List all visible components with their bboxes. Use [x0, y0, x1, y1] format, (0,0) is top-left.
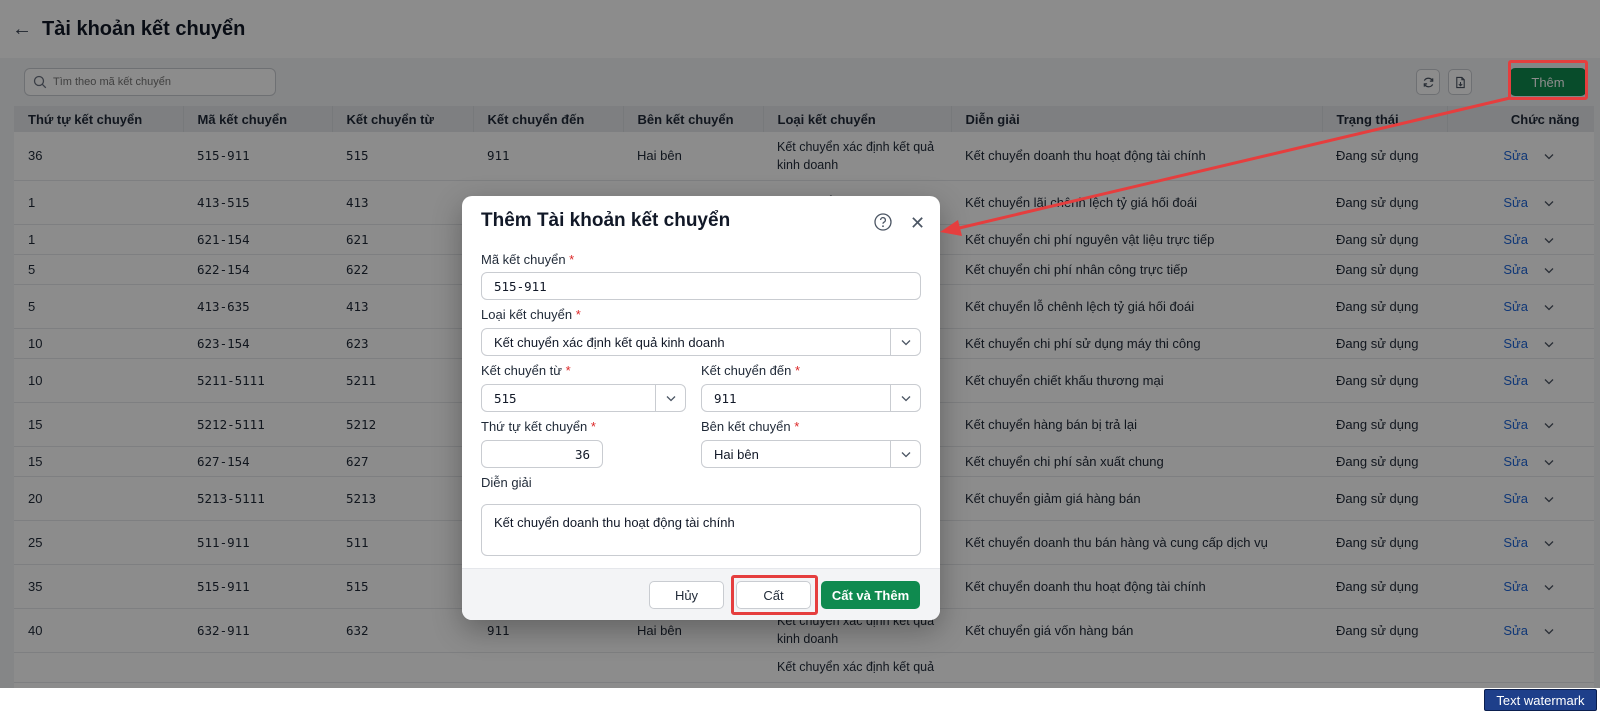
- tu-value: 515: [494, 390, 517, 406]
- tu-label-text: Kết chuyển từ: [481, 363, 562, 378]
- loai-label: Loại kết chuyển *: [481, 307, 581, 322]
- den-label: Kết chuyển đến *: [701, 363, 800, 378]
- close-icon[interactable]: ✕: [910, 214, 925, 232]
- dialog-footer: Hủy Cất Cất và Thêm: [462, 568, 940, 620]
- cancel-button[interactable]: Hủy: [649, 581, 724, 609]
- chevron-down-icon[interactable]: [890, 385, 920, 411]
- thu-tu-label-text: Thứ tự kết chuyển: [481, 419, 588, 434]
- required-mark: *: [794, 419, 800, 434]
- ma-label: Mã kết chuyển *: [481, 252, 574, 267]
- tu-label: Kết chuyển từ *: [481, 363, 571, 378]
- loai-value: Kết chuyển xác định kết quả kinh doanh: [494, 334, 725, 350]
- den-label-text: Kết chuyển đến: [701, 363, 792, 378]
- ket-chuyen-den-select[interactable]: 911: [701, 384, 921, 412]
- required-mark: *: [569, 252, 575, 267]
- text-watermark: Text watermark: [1484, 689, 1597, 711]
- ket-chuyen-tu-select[interactable]: 515: [481, 384, 686, 412]
- save-button[interactable]: Cất: [736, 581, 811, 609]
- chevron-down-icon[interactable]: [890, 329, 920, 355]
- chevron-down-icon[interactable]: [655, 385, 685, 411]
- required-mark: *: [565, 363, 571, 378]
- den-value: 911: [714, 390, 737, 406]
- chevron-down-icon[interactable]: [890, 441, 920, 467]
- thu-tu-label: Thứ tự kết chuyển *: [481, 419, 596, 434]
- bottom-strip: [0, 688, 1600, 713]
- thu-tu-input[interactable]: 36: [481, 440, 603, 468]
- ben-label: Bên kết chuyển *: [701, 419, 799, 434]
- loai-ket-chuyen-select[interactable]: Kết chuyển xác định kết quả kinh doanh: [481, 328, 921, 356]
- ben-label-text: Bên kết chuyển: [701, 419, 791, 434]
- help-icon[interactable]: [874, 213, 892, 231]
- ma-label-text: Mã kết chuyển: [481, 252, 566, 267]
- ben-value: Hai bên: [714, 446, 759, 462]
- required-mark: *: [575, 307, 581, 322]
- thu-tu-value: 36: [574, 446, 590, 462]
- required-mark: *: [794, 363, 801, 378]
- loai-label-text: Loại kết chuyển: [481, 307, 573, 322]
- save-and-add-button[interactable]: Cất và Thêm: [821, 581, 920, 609]
- ma-ket-chuyen-field[interactable]: 515-911: [481, 272, 921, 300]
- ma-value: 515-911: [494, 278, 547, 294]
- dialog-title: Thêm Tài khoản kết chuyển: [481, 210, 731, 231]
- required-mark: *: [590, 419, 596, 434]
- dien-giai-textarea[interactable]: Kết chuyển doanh thu hoạt động tài chính: [481, 504, 921, 556]
- add-transfer-account-dialog: Thêm Tài khoản kết chuyển ✕ Mã kết chuyể…: [462, 196, 940, 620]
- ben-ket-chuyen-select[interactable]: Hai bên: [701, 440, 921, 468]
- dien-giai-label: Diễn giải: [481, 475, 532, 490]
